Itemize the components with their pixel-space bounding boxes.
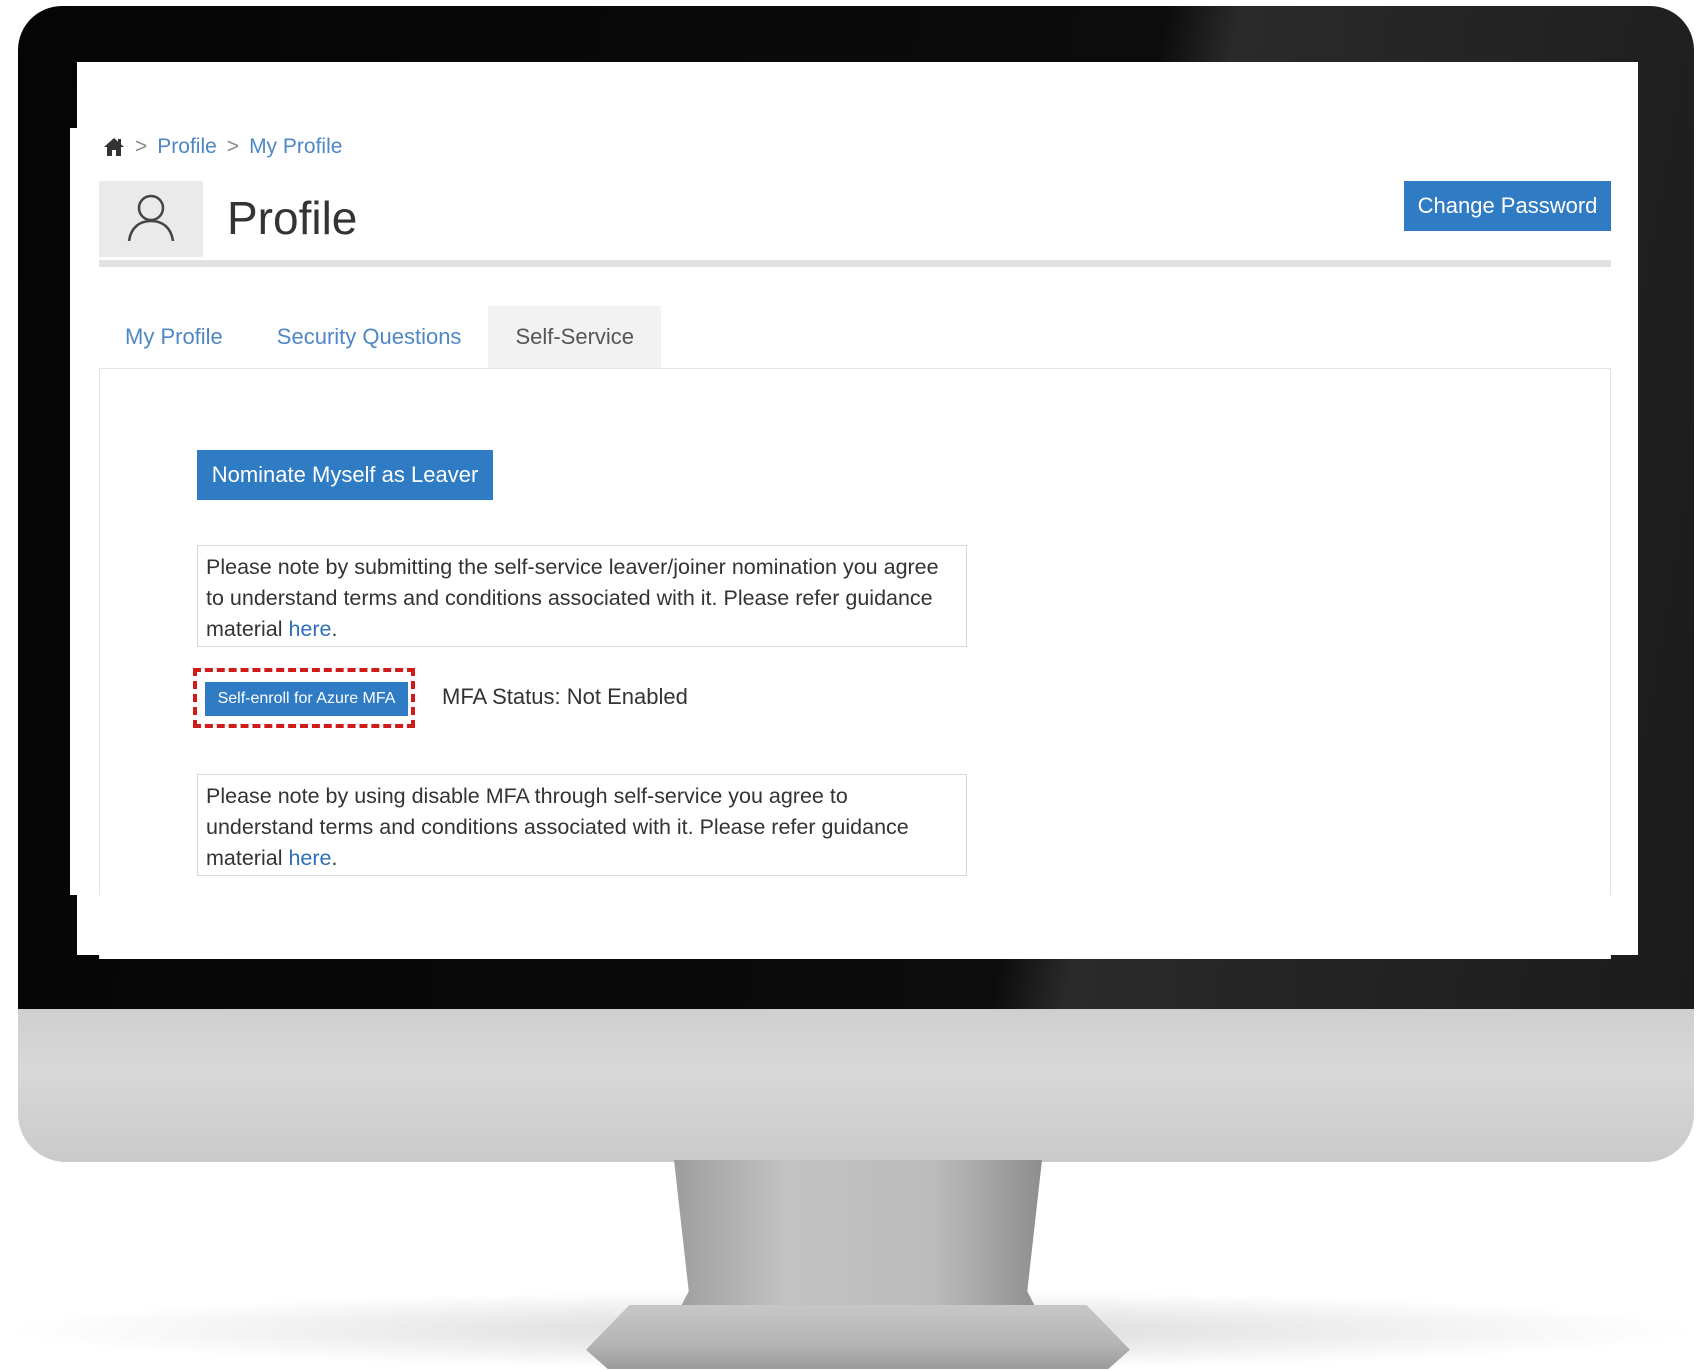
- monitor-stand-foot: [586, 1305, 1130, 1369]
- leaver-guidance-link[interactable]: here: [288, 617, 331, 641]
- self-service-panel: Nominate Myself as Leaver Please note by…: [99, 368, 1611, 959]
- tab-my-profile[interactable]: My Profile: [99, 306, 250, 368]
- breadcrumb-link-my-profile[interactable]: My Profile: [249, 135, 342, 159]
- monitor-stand-neck: [674, 1160, 1042, 1320]
- mfa-status: MFA Status: Not Enabled: [442, 684, 688, 709]
- mfa-guidance-link[interactable]: here: [288, 846, 331, 870]
- profile-tabs: My Profile Security Questions Self-Servi…: [99, 306, 662, 368]
- page-header: Profile Change Password: [99, 181, 1611, 259]
- mfa-notice: Please note by using disable MFA through…: [197, 774, 967, 876]
- screen-bottom-margin: [77, 895, 1638, 955]
- mfa-notice-suffix: .: [331, 846, 338, 870]
- tab-self-service[interactable]: Self-Service: [488, 306, 662, 368]
- change-password-button[interactable]: Change Password: [1404, 181, 1611, 231]
- home-icon[interactable]: [103, 137, 125, 157]
- tab-security-questions[interactable]: Security Questions: [250, 306, 489, 368]
- nominate-leaver-button[interactable]: Nominate Myself as Leaver: [197, 450, 493, 500]
- breadcrumb-link-profile[interactable]: Profile: [157, 135, 217, 159]
- avatar: [99, 181, 203, 257]
- breadcrumb-separator: >: [226, 135, 240, 158]
- monitor-screen: > Profile > My Profile Profile Change Pa…: [70, 62, 1638, 959]
- self-enroll-mfa-button[interactable]: Self-enroll for Azure MFA: [205, 682, 408, 716]
- leaver-notice-suffix: .: [331, 617, 338, 641]
- header-divider: [99, 260, 1611, 267]
- monitor-chin: [18, 1009, 1694, 1162]
- breadcrumb: > Profile > My Profile: [103, 132, 342, 162]
- page-title: Profile: [227, 192, 358, 244]
- leaver-notice: Please note by submitting the self-servi…: [197, 545, 967, 647]
- user-icon: [125, 191, 177, 248]
- breadcrumb-separator: >: [135, 135, 148, 158]
